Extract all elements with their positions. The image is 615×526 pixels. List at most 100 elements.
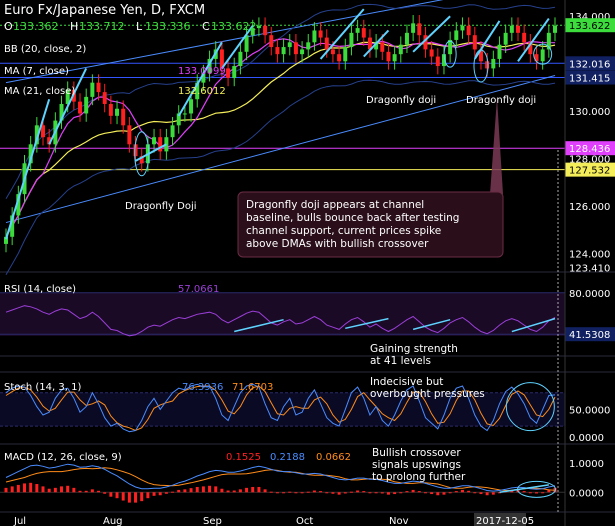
callout-text-line: above DMAs with bullish crossover — [246, 238, 429, 250]
macd-histogram-bar — [460, 489, 464, 493]
stoch-k-value: 76.3936 — [182, 382, 223, 393]
candle-body — [392, 54, 397, 62]
chart-title: Euro Fx/Japanese Yen, D, FXCM — [4, 3, 205, 18]
macd-histogram-bar — [226, 490, 230, 493]
macd-histogram-bar — [23, 483, 27, 493]
rsi-band — [0, 292, 565, 336]
macd-histogram-bar — [275, 492, 279, 494]
stoch-axis-tick: 50.0000 — [569, 405, 610, 416]
macd-histogram-bar — [60, 486, 64, 493]
macd-histogram-bar — [436, 492, 440, 496]
macd-histogram-bar — [343, 492, 347, 494]
candle-body — [300, 49, 305, 55]
candle-body — [435, 56, 440, 67]
candle-body — [96, 82, 101, 93]
macd-histogram-bar — [10, 486, 14, 493]
price-marker-label: 133.622 — [569, 21, 610, 32]
candle-body — [232, 66, 237, 78]
macd-label: MACD (12, 26, close, 9) — [4, 452, 122, 463]
rsi-value: 57.0661 — [178, 284, 219, 295]
rsi-label: RSI (14, close) — [4, 284, 76, 295]
candle-body — [503, 32, 508, 45]
candle-body — [429, 49, 434, 57]
macd-histogram-bar — [109, 492, 113, 497]
candle-body — [275, 47, 280, 55]
rsi-note-line: Gaining strength — [370, 343, 458, 355]
candle-body — [281, 47, 286, 55]
ohlc-key: C — [202, 20, 210, 33]
macd-histogram-bar — [257, 486, 261, 493]
candle-body — [256, 25, 261, 29]
macd-histogram-bar — [134, 492, 138, 503]
candle-body — [349, 32, 354, 48]
macd-histogram-bar — [183, 489, 187, 493]
macd-histogram-bar — [47, 488, 51, 493]
candle-body — [108, 103, 113, 116]
macd-histogram-bar — [263, 489, 267, 493]
candle-body — [330, 49, 335, 55]
macd-histogram-bar — [356, 490, 360, 493]
ohlc-value: 133.362 — [13, 20, 59, 33]
macd-histogram-bar — [35, 484, 39, 493]
macd-histogram-bar — [232, 490, 236, 493]
chart-root: Dragonfly Doji Dragonfly doji Dragonfly do… — [0, 0, 615, 526]
macd-histogram-bar — [386, 492, 390, 495]
macd-value: 0.2188 — [270, 452, 305, 463]
candle-body — [380, 42, 385, 52]
candle-body — [90, 82, 95, 97]
macd-histogram-bar — [380, 492, 384, 494]
macd-histogram-bar — [103, 492, 107, 494]
macd-histogram-bar — [84, 490, 88, 493]
macd-histogram-bar — [522, 491, 526, 493]
candle-body — [417, 23, 422, 36]
candle-body — [84, 96, 89, 114]
macd-histogram-bar — [454, 491, 458, 493]
stoch-note-line: Indecisive but — [370, 376, 443, 388]
macd-histogram-bar — [208, 485, 212, 493]
price-axis-tick: 130.000 — [569, 107, 610, 118]
macd-histogram-bar — [405, 491, 409, 493]
candle-body — [115, 108, 120, 116]
callout-pointer — [490, 98, 503, 194]
x-axis-label: Sep — [203, 516, 222, 526]
ohlc-key: H — [70, 20, 78, 33]
macd-histogram-bar — [66, 485, 70, 493]
price-axis-tick: 123.410 — [569, 264, 610, 275]
candle-body — [386, 51, 391, 62]
date-marker-label: 2017-12-05 — [476, 516, 534, 526]
macd-histogram-bar — [214, 486, 218, 493]
macd-histogram-bar — [189, 488, 193, 493]
candle-body — [152, 137, 157, 145]
macd-histogram-bar — [423, 492, 427, 494]
macd-note-line: Bullish crossover — [372, 447, 461, 459]
candle-body — [398, 44, 403, 55]
macd-histogram-bar — [300, 492, 304, 494]
candle-body — [491, 58, 496, 69]
macd-histogram-bar — [238, 489, 242, 493]
macd-histogram-bar — [448, 492, 452, 494]
x-axis-label: Aug — [103, 516, 123, 526]
macd-histogram-bar — [195, 486, 199, 493]
candle-body — [226, 68, 231, 78]
macd-histogram-bar — [541, 492, 545, 494]
candle-body — [553, 25, 557, 33]
macd-histogram-bar — [282, 492, 286, 494]
macd-histogram-bar — [72, 487, 76, 493]
candle-body — [361, 28, 366, 38]
macd-histogram-bar — [331, 492, 335, 494]
macd-histogram-bar — [171, 491, 175, 493]
macd-axis-tick: 0.0000 — [569, 488, 604, 499]
macd-histogram-bar — [177, 489, 181, 493]
macd-histogram-bar — [41, 486, 45, 493]
candle-body — [170, 125, 175, 138]
rsi-note-line: at 41 levels — [370, 355, 431, 367]
ohlc-value: 133.622 — [211, 20, 257, 33]
price-marker-label: 127.532 — [569, 166, 610, 177]
macd-histogram-bar — [115, 492, 119, 499]
macd-histogram-bar — [288, 491, 292, 493]
candle-body — [411, 23, 416, 33]
candle-body — [306, 42, 311, 50]
trend-arrow — [135, 143, 167, 162]
ohlc-value: 133.712 — [79, 20, 125, 33]
macd-histogram-bar — [349, 491, 353, 493]
